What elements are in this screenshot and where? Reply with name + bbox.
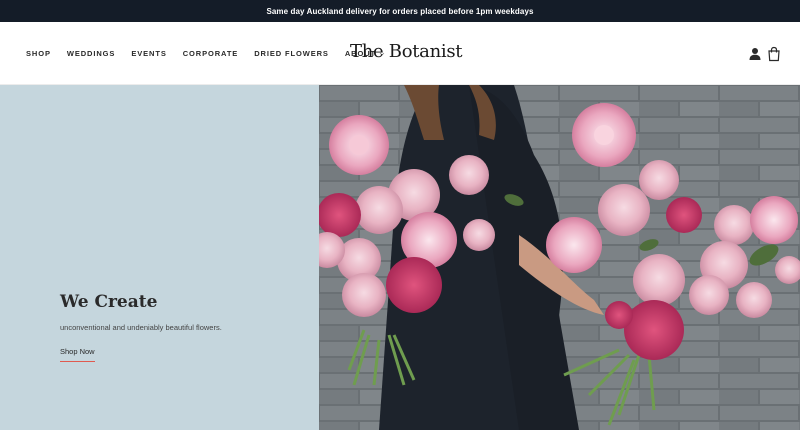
nav-label: SHOP [26, 49, 51, 58]
announcement-text: Same day Auckland delivery for orders pl… [266, 6, 534, 16]
shop-now-link[interactable]: Shop Now [60, 347, 95, 362]
announcement-bar: Same day Auckland delivery for orders pl… [0, 0, 800, 22]
hero-image [319, 85, 800, 430]
nav-label: EVENTS [131, 49, 167, 58]
nav-label: WEDDINGS [66, 49, 116, 58]
flower-bouquet-photo [319, 85, 800, 430]
nav-item-weddings[interactable]: WEDDINGS [67, 49, 115, 58]
nav-label: DRIED FLOWERS [254, 49, 329, 58]
nav-label: CORPORATE [182, 49, 239, 58]
hero-title: We Create [60, 292, 158, 312]
site-header: SHOP WEDDINGS EVENTS CORPORATE DRIED FLO… [0, 22, 800, 85]
main-nav: SHOP WEDDINGS EVENTS CORPORATE DRIED FLO… [26, 22, 385, 85]
nav-item-corporate[interactable]: CORPORATE [183, 49, 238, 58]
cart-icon[interactable] [766, 46, 782, 62]
brand-logo[interactable]: The Botanist [350, 41, 463, 62]
nav-item-shop[interactable]: SHOP [26, 49, 51, 58]
nav-item-dried-flowers[interactable]: DRIED FLOWERS [254, 49, 329, 58]
account-icon[interactable] [747, 46, 763, 62]
nav-item-events[interactable]: EVENTS [131, 49, 166, 58]
hero-text-panel [0, 85, 319, 430]
hero-subtitle: unconventional and undeniably beautiful … [60, 323, 222, 332]
